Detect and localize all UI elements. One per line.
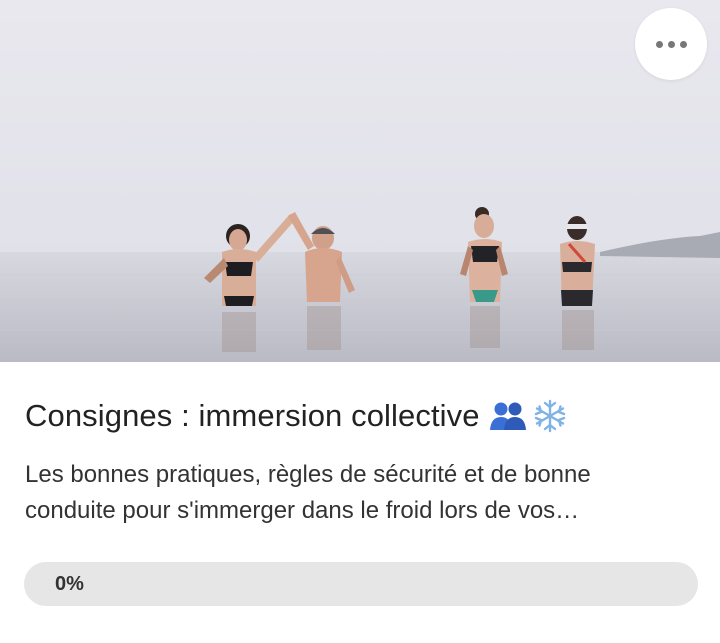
card-title-row: Consignes : immersion collective [25,394,567,438]
people-icon [489,402,526,430]
cover-image [0,0,720,362]
more-options-button[interactable] [635,8,707,80]
title-emoji-group [488,399,567,433]
course-card[interactable]: Consignes : immersion collective Les bon… [0,0,720,643]
progress-bar: 0% [24,562,698,606]
card-title: Consignes : immersion collective [25,398,480,433]
more-horizontal-icon-dot [667,40,675,48]
more-horizontal-icon [655,40,663,48]
progress-label: 0% [55,573,84,595]
card-description: Les bonnes pratiques, règles de sécurité… [25,461,591,524]
snowflake-icon [534,399,565,433]
cold-water-immersion-photo [0,0,720,362]
more-horizontal-icon-dot [679,40,687,48]
